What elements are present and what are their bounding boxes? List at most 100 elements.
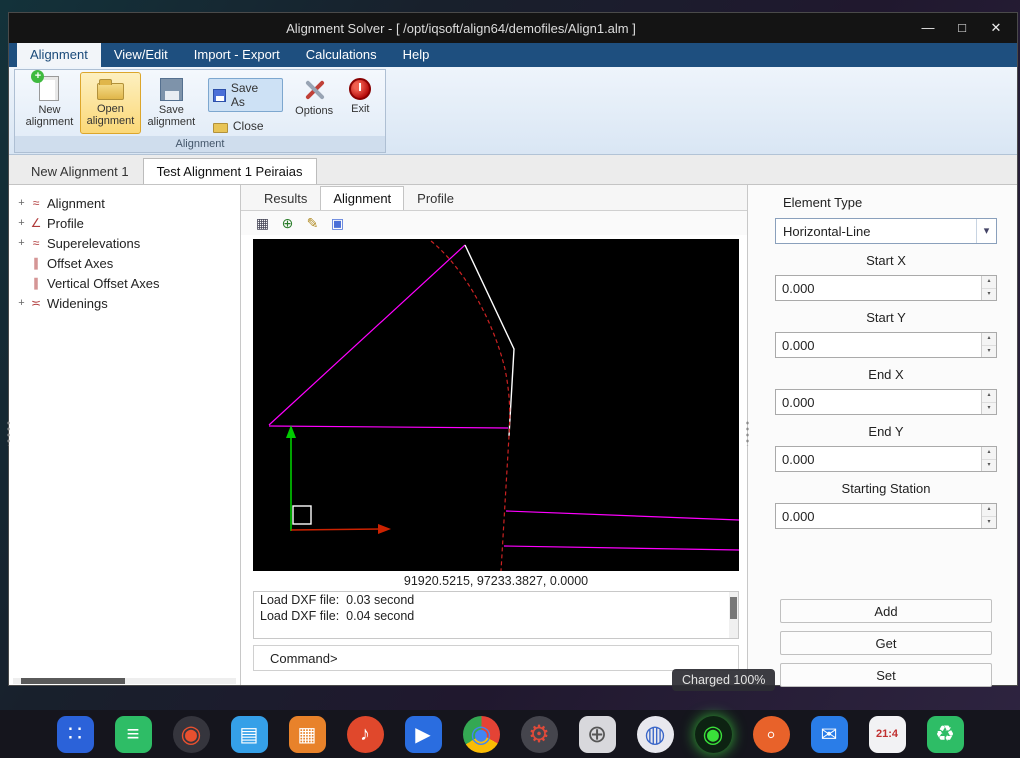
expander-icon[interactable]: + (15, 297, 28, 309)
app-grid-icon: ∷ (68, 721, 82, 747)
open-folder-icon (97, 83, 124, 100)
save-icon (160, 78, 183, 101)
set-button[interactable]: Set (780, 663, 992, 687)
spinner-down-icon[interactable]: ▾ (982, 517, 996, 529)
scrollbar-thumb[interactable] (730, 597, 737, 619)
element-properties-panel: Element Type Horizontal-Line ▾ Start X ▴… (748, 185, 1017, 685)
get-button[interactable]: Get (780, 631, 992, 655)
taskbar-video-player[interactable]: ▶ (405, 716, 442, 753)
spinner-up-icon[interactable]: ▴ (982, 447, 996, 460)
taskbar-mail-calendar[interactable]: ✉ (811, 716, 848, 753)
spinner-down-icon[interactable]: ▾ (982, 460, 996, 472)
spinner-down-icon[interactable]: ▾ (982, 289, 996, 301)
start-y-label: Start Y (775, 310, 997, 325)
minimize-button[interactable]: — (913, 17, 943, 39)
taskbar-messenger[interactable]: ≡ (115, 716, 152, 753)
splitter-grip-left[interactable] (6, 420, 11, 446)
close-button[interactable]: ✕ (981, 17, 1011, 39)
music-note-icon: ♪ (360, 723, 370, 746)
spinner-up-icon[interactable]: ▴ (982, 390, 996, 403)
drawing-canvas[interactable] (253, 239, 739, 571)
starting-station-label: Starting Station (775, 481, 997, 496)
command-input[interactable] (338, 651, 738, 666)
taskbar-clock[interactable]: 21:4 (869, 716, 906, 753)
close-folder-icon (213, 123, 228, 133)
log-scrollbar[interactable] (729, 592, 738, 638)
zoom-icon[interactable]: ⊕ (278, 214, 297, 233)
expander-icon[interactable]: + (15, 237, 28, 249)
doc-tab-test-alignment-peiraias[interactable]: Test Alignment 1 Peiraias (143, 158, 317, 184)
menu-tab-view-edit[interactable]: View/Edit (101, 43, 181, 67)
element-type-select[interactable]: Horizontal-Line ▾ (775, 218, 997, 244)
end-y-input[interactable] (776, 447, 981, 471)
viewer-tab-alignment[interactable]: Alignment (320, 186, 404, 210)
log-output: Load DXF file: 0.03 second Load DXF file… (253, 591, 739, 639)
tree-item-alignment[interactable]: + ≈ Alignment (9, 193, 240, 213)
spinner-up-icon[interactable]: ▴ (982, 504, 996, 517)
spinner-down-icon[interactable]: ▾ (982, 403, 996, 415)
scrollbar-thumb[interactable] (21, 678, 125, 684)
spinner-down-icon[interactable]: ▾ (982, 346, 996, 358)
end-x-input[interactable] (776, 390, 981, 414)
save-as-button[interactable]: Save As (208, 78, 283, 112)
tools-icon (302, 78, 326, 102)
exit-button[interactable]: Exit (340, 72, 381, 134)
taskbar-media-player[interactable]: ◉ (173, 716, 210, 753)
profile-icon: ∠ (28, 216, 44, 230)
expander-icon[interactable]: + (15, 217, 28, 229)
tree-horizontal-scrollbar[interactable] (13, 678, 236, 684)
log-line: Load DXF file: 0.04 second (254, 608, 738, 624)
tree-item-offset-axes[interactable]: ∥ Offset Axes (9, 253, 240, 273)
expander-icon[interactable]: + (15, 197, 28, 209)
add-button[interactable]: Add (780, 599, 992, 623)
menu-tab-alignment[interactable]: Alignment (17, 43, 101, 67)
start-x-input[interactable] (776, 276, 981, 300)
taskbar-software-store[interactable]: ▦ (289, 716, 326, 753)
taskbar-search-tool[interactable]: ⊕ (579, 716, 616, 753)
clock-icon: 21:4 (876, 728, 898, 740)
command-prompt: Command> (270, 651, 338, 666)
tree-item-vertical-offset-axes[interactable]: ∥ Vertical Offset Axes (9, 273, 240, 293)
options-button[interactable]: Options (289, 72, 340, 134)
taskbar-web-globe[interactable]: ◍ (637, 716, 674, 753)
ribbon-group-caption: Alignment (15, 136, 385, 152)
file-manager-icon: ▤ (240, 722, 259, 747)
new-alignment-button[interactable]: + New alignment (19, 72, 80, 134)
edit-pencil-icon[interactable]: ✎ (303, 214, 322, 233)
envelope-icon: ✉ (821, 722, 838, 747)
start-x-label: Start X (775, 253, 997, 268)
taskbar-power-monitor[interactable]: ◉ (695, 716, 732, 753)
close-file-button[interactable]: Close (208, 116, 283, 136)
doc-tab-new-alignment-1[interactable]: New Alignment 1 (17, 158, 143, 184)
maximize-button[interactable]: □ (947, 17, 977, 39)
menu-tab-calculations[interactable]: Calculations (293, 43, 390, 67)
spinner-up-icon[interactable]: ▴ (982, 276, 996, 289)
taskbar-settings[interactable]: ⚙ (521, 716, 558, 753)
title-bar[interactable]: Alignment Solver - [ /opt/iqsoft/align64… (9, 13, 1017, 43)
open-alignment-button[interactable]: Open alignment (80, 72, 141, 134)
viewer-tab-profile[interactable]: Profile (404, 186, 467, 210)
spinner-up-icon[interactable]: ▴ (982, 333, 996, 346)
taskbar-system-cleaner[interactable]: ♻ (927, 716, 964, 753)
taskbar-ubuntu-software[interactable]: ◦ (753, 716, 790, 753)
save-view-icon[interactable]: ▣ (328, 214, 347, 233)
taskbar-music-player[interactable]: ♪ (347, 716, 384, 753)
viewer-tab-results[interactable]: Results (251, 186, 320, 210)
taskbar-chrome-browser[interactable]: ◉ (463, 716, 500, 753)
splitter-grip-center[interactable] (745, 420, 750, 446)
taskbar-file-manager[interactable]: ▤ (231, 716, 268, 753)
viewer-panel: Results Alignment Profile ▦ ⊕ ✎ ▣ (241, 185, 748, 685)
save-as-icon (213, 89, 226, 102)
grid-icon[interactable]: ▦ (253, 214, 272, 233)
tree-item-widenings[interactable]: + ≍ Widenings (9, 293, 240, 313)
start-y-input[interactable] (776, 333, 981, 357)
save-alignment-button[interactable]: Save alignment (141, 72, 202, 134)
tree-item-profile[interactable]: + ∠ Profile (9, 213, 240, 233)
starting-station-input[interactable] (776, 504, 981, 528)
app-window: Alignment Solver - [ /opt/iqsoft/align64… (8, 12, 1018, 686)
menu-tab-import-export[interactable]: Import - Export (181, 43, 293, 67)
menu-tab-help[interactable]: Help (390, 43, 443, 67)
software-store-icon: ▦ (298, 722, 317, 747)
tree-item-superelevations[interactable]: + ≈ Superelevations (9, 233, 240, 253)
taskbar-app-launcher[interactable]: ∷ (57, 716, 94, 753)
